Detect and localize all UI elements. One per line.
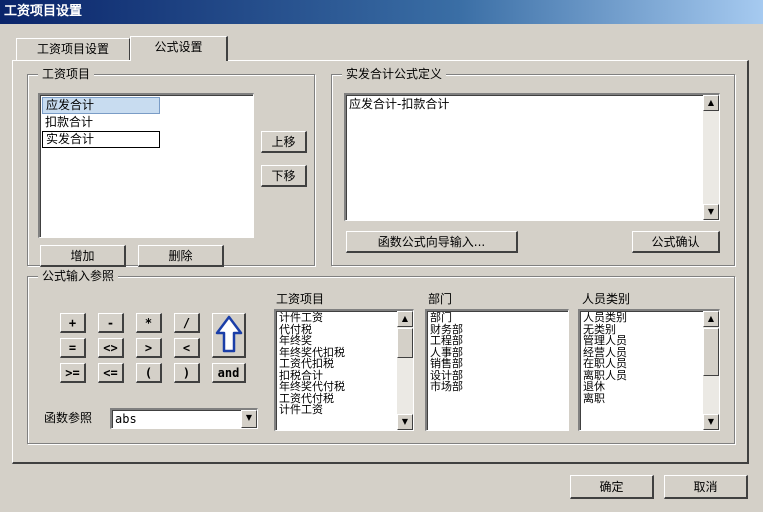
operator-equal-button[interactable]: = [60,338,86,358]
function-select-value: abs [115,412,137,426]
ref-person-types-container: 人员类别 无类别 管理人员 经营人员 在职人员 离职人员 退休 离职 [581,312,701,404]
operator-divide-button[interactable]: / [174,313,200,333]
operator-less-equal-button[interactable]: <= [98,363,124,383]
ref-salary-items-list[interactable]: 计件工资 代付税 年终奖 年终奖代扣税 工资代扣税 扣税合计 年终奖代付税 工资… [274,309,414,431]
list-item[interactable]: 销售部 [428,358,567,370]
ref-salary-items-container: 计件工资 代付税 年终奖 年终奖代扣税 工资代扣税 扣税合计 年终奖代付税 工资… [277,312,397,416]
delete-item-button[interactable]: 删除 [138,245,224,267]
list-item[interactable]: 年终奖代付税 [277,381,397,393]
list-item[interactable]: 计件工资 [277,312,397,324]
move-down-button[interactable]: 下移 [261,165,307,187]
list-item[interactable]: 年终奖 [277,335,397,347]
list-item[interactable]: 扣款合计 [42,114,160,131]
ref-departments-label: 部门 [428,292,453,306]
list-item[interactable]: 人员类别 [581,312,701,324]
insert-arrow-button[interactable] [212,313,246,358]
operator-and-button[interactable]: and [212,363,246,383]
formula-reference-group: 公式输入参照 + - * / = <> > < >= <= ( ) and 函数… [27,268,735,444]
formula-textarea[interactable]: 应发合计-扣款合计 ▲ ▼ [344,93,720,221]
scroll-thumb[interactable] [397,328,413,358]
operator-minus-button[interactable]: - [98,313,124,333]
list-item[interactable]: 市场部 [428,381,567,393]
scroll-up-icon[interactable]: ▲ [703,95,719,111]
list-item[interactable]: 实发合计 [42,131,160,148]
ref-person-types-scrollbar[interactable]: ▲ ▼ [703,311,719,430]
list-item[interactable]: 管理人员 [581,335,701,347]
operator-greater-button[interactable]: > [136,338,162,358]
formula-wizard-button[interactable]: 函数公式向导输入... [346,231,518,253]
list-item[interactable]: 工程部 [428,335,567,347]
ref-person-types-list[interactable]: 人员类别 无类别 管理人员 经营人员 在职人员 离职人员 退休 离职 ▲ ▼ [578,309,720,431]
list-item[interactable]: 工资代扣税 [277,358,397,370]
list-item[interactable]: 在职人员 [581,358,701,370]
operator-multiply-button[interactable]: * [136,313,162,333]
chevron-down-icon[interactable]: ▼ [241,410,257,428]
scroll-up-icon[interactable]: ▲ [703,311,719,327]
operator-not-equal-button[interactable]: <> [98,338,124,358]
cancel-button[interactable]: 取消 [664,475,748,499]
formula-settings-panel: 工资项目 应发合计 扣款合计 实发合计 上移 下移 增加 删除 实发合计公式定义… [12,60,749,464]
ref-person-types-label: 人员类别 [582,292,631,306]
ref-salary-items-scrollbar[interactable]: ▲ ▼ [397,311,413,430]
list-item[interactable]: 计件工资 [277,404,397,416]
scroll-down-icon[interactable]: ▼ [703,414,719,430]
salary-items-group: 工资项目 应发合计 扣款合计 实发合计 上移 下移 增加 删除 [27,66,315,267]
salary-items-list[interactable]: 应发合计 扣款合计 实发合计 [38,93,254,238]
list-item[interactable]: 离职 [581,393,701,405]
operator-less-button[interactable]: < [174,338,200,358]
formula-text: 应发合计-扣款合计 [349,97,450,111]
formula-definition-legend: 实发合计公式定义 [342,66,447,82]
operator-open-paren-button[interactable]: ( [136,363,162,383]
ok-button[interactable]: 确定 [570,475,654,499]
window-title: 工资项目设置 [0,0,763,24]
operator-close-paren-button[interactable]: ) [174,363,200,383]
scroll-down-icon[interactable]: ▼ [703,204,719,220]
operator-plus-button[interactable]: + [60,313,86,333]
formula-reference-legend: 公式输入参照 [38,268,119,284]
list-item[interactable]: 退休 [581,381,701,393]
formula-definition-group: 实发合计公式定义 应发合计-扣款合计 ▲ ▼ 函数公式向导输入... 公式确认 [331,66,735,266]
add-item-button[interactable]: 增加 [40,245,126,267]
list-item[interactable]: 部门 [428,312,567,324]
function-select[interactable]: abs ▼ [110,408,258,429]
formula-confirm-button[interactable]: 公式确认 [632,231,720,253]
move-up-button[interactable]: 上移 [261,131,307,153]
up-arrow-icon [215,315,242,353]
tab-formula-settings[interactable]: 公式设置 [130,36,228,61]
list-item[interactable]: 应发合计 [42,97,160,114]
scroll-thumb[interactable] [703,328,719,376]
formula-scrollbar[interactable]: ▲ ▼ [703,95,719,220]
salary-items-legend: 工资项目 [38,66,95,82]
ref-departments-list[interactable]: 部门 财务部 工程部 人事部 销售部 设计部 市场部 [425,309,569,431]
ref-salary-items-label: 工资项目 [276,292,325,306]
scroll-up-icon[interactable]: ▲ [397,311,413,327]
tab-salary-item-settings[interactable]: 工资项目设置 [16,38,130,60]
operator-greater-equal-button[interactable]: >= [60,363,86,383]
function-reference-label: 函数参照 [44,411,93,425]
scroll-down-icon[interactable]: ▼ [397,414,413,430]
